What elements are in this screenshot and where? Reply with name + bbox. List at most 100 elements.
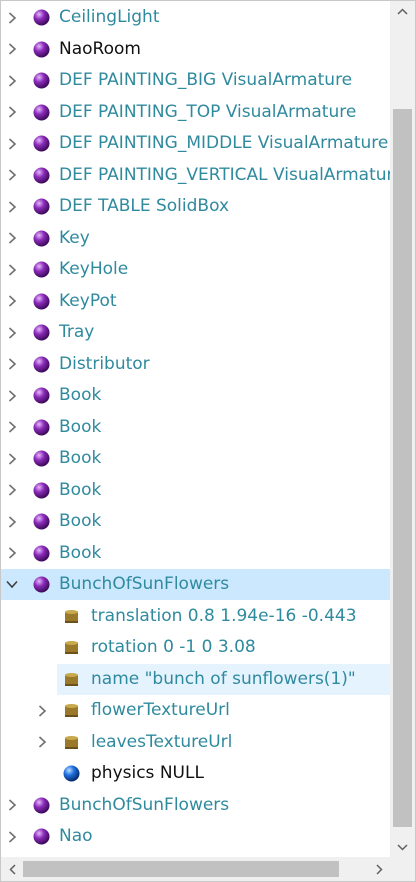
field-cylinder-icon (63, 734, 80, 751)
tree-row[interactable]: Tray (1, 317, 390, 348)
chevron-right-icon[interactable] (5, 412, 19, 443)
purple-node-sphere-icon (33, 513, 50, 530)
chevron-right-icon[interactable] (5, 128, 19, 159)
chevron-right-icon[interactable] (5, 34, 19, 65)
scroll-down-arrow-icon[interactable] (390, 837, 415, 857)
tree-row-label: physics NULL (91, 763, 204, 783)
tree-row-label: DEF PAINTING_VERTICAL VisualArmature (59, 164, 390, 185)
tree-row-label: rotation 0 -1 0 3.08 (91, 637, 256, 657)
tree-row[interactable]: NaoRoom (1, 34, 390, 65)
purple-node-sphere-icon (33, 576, 50, 593)
chevron-right-icon[interactable] (5, 380, 19, 411)
tree-row[interactable]: rotation 0 -1 0 3.08 (1, 632, 390, 663)
field-cylinder-icon (63, 671, 80, 688)
tree-row[interactable]: DEF PAINTING_TOP VisualArmature (1, 97, 390, 128)
tree-row[interactable]: Distributor (1, 349, 390, 380)
tree-row[interactable]: CeilingLight (1, 2, 390, 33)
chevron-right-icon[interactable] (5, 821, 19, 852)
chevron-right-icon[interactable] (5, 223, 19, 254)
purple-node-sphere-icon (33, 419, 50, 436)
tree-row-label: Book (59, 448, 102, 468)
tree-row[interactable]: Nao (1, 821, 390, 852)
chevron-down-icon[interactable] (5, 569, 19, 600)
purple-node-sphere-icon (33, 167, 50, 184)
scroll-right-arrow-icon[interactable] (368, 857, 390, 881)
chevron-right-icon[interactable] (5, 97, 19, 128)
purple-node-sphere-icon (33, 41, 50, 58)
tree-row-label: Distributor (59, 353, 150, 374)
tree-row[interactable]: KeyPot (1, 286, 390, 317)
purple-node-sphere-icon (33, 9, 50, 26)
chevron-right-icon[interactable] (5, 506, 19, 537)
tree-row[interactable]: DEF PAINTING_MIDDLE VisualArmature (1, 128, 390, 159)
tree-row[interactable]: flowerTextureUrl (1, 695, 390, 726)
chevron-right-icon[interactable] (35, 727, 49, 758)
chevron-right-icon[interactable] (5, 65, 19, 96)
tree-row[interactable]: DEF TABLE SolidBox (1, 191, 390, 222)
tree-row[interactable]: physics NULL (1, 758, 390, 789)
chevron-right-icon[interactable] (5, 443, 19, 474)
tree-row-label: Book (59, 416, 102, 437)
chevron-right-icon[interactable] (5, 191, 19, 222)
vertical-scrollbar[interactable] (390, 1, 415, 857)
tree-row-label: flowerTextureUrl (91, 700, 230, 720)
purple-node-sphere-icon (33, 198, 50, 215)
tree-row-label: DEF TABLE SolidBox (59, 196, 230, 216)
horizontal-scroll-thumb[interactable] (23, 861, 339, 877)
tree-row[interactable]: Book (1, 475, 390, 506)
field-cylinder-icon (63, 639, 80, 656)
tree-row[interactable]: Book (1, 506, 390, 537)
chevron-right-icon[interactable] (5, 317, 19, 348)
scene-tree: CeilingLight NaoRoom DEF PAINTING_BIG Visu… (1, 1, 390, 857)
tree-row-label: Book (59, 511, 102, 531)
tree-row-label: Nao (59, 826, 93, 846)
purple-node-sphere-icon (33, 261, 50, 278)
tree-row[interactable]: Key (1, 223, 390, 254)
chevron-right-icon[interactable] (5, 538, 19, 569)
tree-row[interactable]: leavesTextureUrl (1, 727, 390, 758)
scene-tree-panel: CeilingLight NaoRoom DEF PAINTING_BIG Visu… (0, 0, 416, 882)
field-cylinder-icon (63, 702, 80, 719)
tree-row-label: CeilingLight (59, 7, 160, 27)
chevron-right-icon[interactable] (5, 254, 19, 285)
chevron-right-icon[interactable] (5, 349, 19, 380)
tree-row-label: Book (59, 385, 102, 405)
tree-row-label: DEF PAINTING_TOP VisualArmature (59, 101, 357, 122)
chevron-right-icon[interactable] (5, 790, 19, 821)
tree-row-label: DEF PAINTING_BIG VisualArmature (59, 70, 353, 90)
purple-node-sphere-icon (33, 450, 50, 467)
tree-row-label: Tray (59, 322, 95, 342)
purple-node-sphere-icon (33, 545, 50, 562)
tree-row[interactable]: BunchOfSunFlowers (1, 569, 390, 600)
chevron-right-icon[interactable] (5, 286, 19, 317)
tree-row[interactable]: Book (1, 443, 390, 474)
tree-row[interactable]: BunchOfSunFlowers (1, 790, 390, 821)
scroll-left-arrow-icon[interactable] (1, 857, 23, 881)
scroll-up-arrow-icon[interactable] (390, 1, 415, 21)
tree-row-label: BunchOfSunFlowers (59, 574, 230, 594)
chevron-right-icon[interactable] (5, 475, 19, 506)
purple-node-sphere-icon (33, 797, 50, 814)
chevron-right-icon[interactable] (5, 160, 19, 191)
chevron-right-icon[interactable] (35, 695, 49, 726)
tree-row-label: KeyPot (59, 290, 117, 311)
tree-row[interactable]: Book (1, 538, 390, 569)
tree-row-label: DEF PAINTING_MIDDLE VisualArmature (59, 133, 389, 153)
tree-row-label: leavesTextureUrl (91, 731, 233, 752)
tree-row[interactable]: DEF PAINTING_BIG VisualArmature (1, 65, 390, 96)
tree-row[interactable]: name "bunch of sunflowers(1)" (57, 663, 390, 695)
blue-node-sphere-icon (63, 765, 80, 782)
chevron-right-icon[interactable] (5, 2, 19, 33)
tree-row[interactable]: KeyHole (1, 254, 390, 285)
purple-node-sphere-icon (33, 135, 50, 152)
purple-node-sphere-icon (33, 104, 50, 121)
horizontal-scrollbar[interactable] (1, 857, 390, 881)
tree-row-label: name "bunch of sunflowers(1)" (91, 668, 356, 689)
tree-row[interactable]: Book (1, 380, 390, 411)
purple-node-sphere-icon (33, 482, 50, 499)
purple-node-sphere-icon (33, 828, 50, 845)
tree-row[interactable]: DEF PAINTING_VERTICAL VisualArmature (1, 160, 390, 191)
tree-row[interactable]: Book (1, 412, 390, 443)
vertical-scroll-thumb[interactable] (393, 109, 412, 827)
tree-row[interactable]: translation 0.8 1.94e-16 -0.443 (1, 601, 390, 632)
